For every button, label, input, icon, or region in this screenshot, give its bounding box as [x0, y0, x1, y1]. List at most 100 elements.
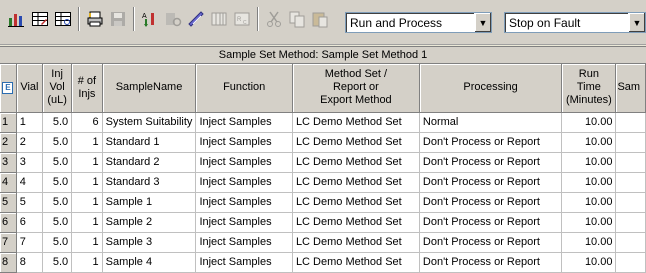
row-number[interactable]: 4 — [0, 172, 17, 193]
corner-cell[interactable]: E — [0, 64, 17, 113]
filter-icon[interactable] — [186, 9, 206, 29]
processing-cell[interactable]: Don't Process or Report — [419, 252, 563, 273]
run-time-cell[interactable]: 10.00 — [561, 192, 617, 213]
num-injs-cell[interactable]: 1 — [71, 212, 103, 233]
column-header-function[interactable]: Function — [195, 64, 293, 113]
inj-vol-cell[interactable]: 5.0 — [42, 132, 73, 153]
function-cell[interactable]: Inject Samples — [195, 112, 293, 133]
table-edit-icon[interactable] — [30, 9, 50, 29]
run-time-cell[interactable]: 10.00 — [561, 232, 617, 253]
function-cell[interactable]: Inject Samples — [195, 152, 293, 173]
run-time-cell[interactable]: 10.00 — [561, 212, 617, 233]
num-injs-cell[interactable]: 1 — [71, 152, 103, 173]
method-set-cell[interactable]: LC Demo Method Set — [292, 212, 420, 233]
column-header-run-time[interactable]: Run Time (Minutes) — [561, 64, 617, 113]
sample-partial-cell[interactable] — [615, 132, 646, 153]
inj-vol-cell[interactable]: 5.0 — [42, 172, 73, 193]
method-set-cell[interactable]: LC Demo Method Set — [292, 252, 420, 273]
function-cell[interactable]: Inject Samples — [195, 172, 293, 193]
method-set-cell[interactable]: LC Demo Method Set — [292, 232, 420, 253]
row-number[interactable]: 6 — [0, 212, 17, 233]
run-time-cell[interactable]: 10.00 — [561, 132, 617, 153]
method-set-cell[interactable]: LC Demo Method Set — [292, 172, 420, 193]
num-injs-cell[interactable]: 6 — [71, 112, 103, 133]
save-icon[interactable] — [108, 9, 128, 29]
column-header-num-injs[interactable]: # of Injs — [71, 64, 103, 113]
sample-partial-cell[interactable] — [615, 212, 646, 233]
table-view-icon[interactable] — [53, 9, 73, 29]
row-number[interactable]: 8 — [0, 252, 17, 273]
column-header-sample-name[interactable]: SampleName — [102, 64, 197, 113]
num-injs-cell[interactable]: 1 — [71, 232, 103, 253]
column-header-inj-vol[interactable]: Inj Vol (uL) — [42, 64, 73, 113]
sort-icon[interactable]: A — [140, 9, 160, 29]
sample-name-cell[interactable]: Sample 1 — [102, 192, 197, 213]
run-mode-select[interactable]: Run and Process ▼ — [345, 12, 492, 33]
columns-icon[interactable] — [209, 9, 229, 29]
table-row[interactable]: 8 8 5.0 1 Sample 4 Inject Samples LC Demo Meth… — [0, 252, 646, 273]
processing-cell[interactable]: Don't Process or Report — [419, 152, 563, 173]
sample-name-cell[interactable]: Sample 3 — [102, 232, 197, 253]
num-injs-cell[interactable]: 1 — [71, 252, 103, 273]
fault-mode-select[interactable]: Stop on Fault ▼ — [504, 12, 646, 33]
sample-partial-cell[interactable] — [615, 232, 646, 253]
num-injs-cell[interactable]: 1 — [71, 172, 103, 193]
insert-row-icon[interactable]: RC — [232, 9, 252, 29]
print-icon[interactable] — [85, 9, 105, 29]
function-cell[interactable]: Inject Samples — [195, 132, 293, 153]
inj-vol-cell[interactable]: 5.0 — [42, 152, 73, 173]
method-set-cell[interactable]: LC Demo Method Set — [292, 132, 420, 153]
method-set-cell[interactable]: LC Demo Method Set — [292, 152, 420, 173]
num-injs-cell[interactable]: 1 — [71, 132, 103, 153]
inj-vol-cell[interactable]: 5.0 — [42, 232, 73, 253]
inj-vol-cell[interactable]: 5.0 — [42, 192, 73, 213]
table-row[interactable]: 2 2 5.0 1 Standard 1 Inject Samples LC Demo Me… — [0, 132, 646, 153]
vial-cell[interactable]: 7 — [16, 232, 44, 253]
inj-vol-cell[interactable]: 5.0 — [42, 252, 73, 273]
num-injs-cell[interactable]: 1 — [71, 192, 103, 213]
sample-partial-cell[interactable] — [615, 252, 646, 273]
sample-name-cell[interactable]: Sample 2 — [102, 212, 197, 233]
column-header-method-set[interactable]: Method Set / Report or Export Method — [292, 64, 420, 113]
sample-partial-cell[interactable] — [615, 112, 646, 133]
row-number[interactable]: 5 — [0, 192, 17, 213]
sample-partial-cell[interactable] — [615, 152, 646, 173]
inj-vol-cell[interactable]: 5.0 — [42, 112, 73, 133]
processing-cell[interactable]: Don't Process or Report — [419, 232, 563, 253]
column-header-processing[interactable]: Processing — [419, 64, 563, 113]
processing-cell[interactable]: Don't Process or Report — [419, 132, 563, 153]
sample-partial-cell[interactable] — [615, 192, 646, 213]
row-number[interactable]: 2 — [0, 132, 17, 153]
vial-cell[interactable]: 6 — [16, 212, 44, 233]
column-header-vial[interactable]: Vial — [16, 64, 44, 113]
sample-partial-cell[interactable] — [615, 172, 646, 193]
function-cell[interactable]: Inject Samples — [195, 232, 293, 253]
function-cell[interactable]: Inject Samples — [195, 192, 293, 213]
inj-vol-cell[interactable]: 5.0 — [42, 212, 73, 233]
vial-cell[interactable]: 1 — [16, 112, 44, 133]
copy-icon[interactable] — [287, 9, 307, 29]
sample-name-cell[interactable]: Standard 2 — [102, 152, 197, 173]
table-row[interactable]: 4 4 5.0 1 Standard 3 Inject Samples LC Demo Me… — [0, 172, 646, 193]
method-set-cell[interactable]: LC Demo Method Set — [292, 112, 420, 133]
run-time-cell[interactable]: 10.00 — [561, 112, 617, 133]
processing-cell[interactable]: Don't Process or Report — [419, 212, 563, 233]
processing-cell[interactable]: Normal — [419, 112, 563, 133]
run-time-cell[interactable]: 10.00 — [561, 152, 617, 173]
run-time-cell[interactable]: 10.00 — [561, 172, 617, 193]
vial-cell[interactable]: 8 — [16, 252, 44, 273]
bar-chart-icon[interactable] — [6, 9, 26, 29]
cut-icon[interactable] — [264, 9, 284, 29]
table-row[interactable]: 6 6 5.0 1 Sample 2 Inject Samples LC Demo Meth… — [0, 212, 646, 233]
sample-name-cell[interactable]: Standard 3 — [102, 172, 197, 193]
processing-cell[interactable]: Don't Process or Report — [419, 172, 563, 193]
row-number[interactable]: 1 — [0, 112, 17, 133]
chevron-down-icon[interactable]: ▼ — [474, 13, 491, 32]
function-cell[interactable]: Inject Samples — [195, 252, 293, 273]
sample-name-cell[interactable]: Standard 1 — [102, 132, 197, 153]
function-cell[interactable]: Inject Samples — [195, 212, 293, 233]
vial-cell[interactable]: 5 — [16, 192, 44, 213]
wizard-icon[interactable] — [163, 9, 183, 29]
column-header-sample-partial[interactable]: Sam — [615, 64, 646, 113]
sample-name-cell[interactable]: System Suitability — [102, 112, 197, 133]
